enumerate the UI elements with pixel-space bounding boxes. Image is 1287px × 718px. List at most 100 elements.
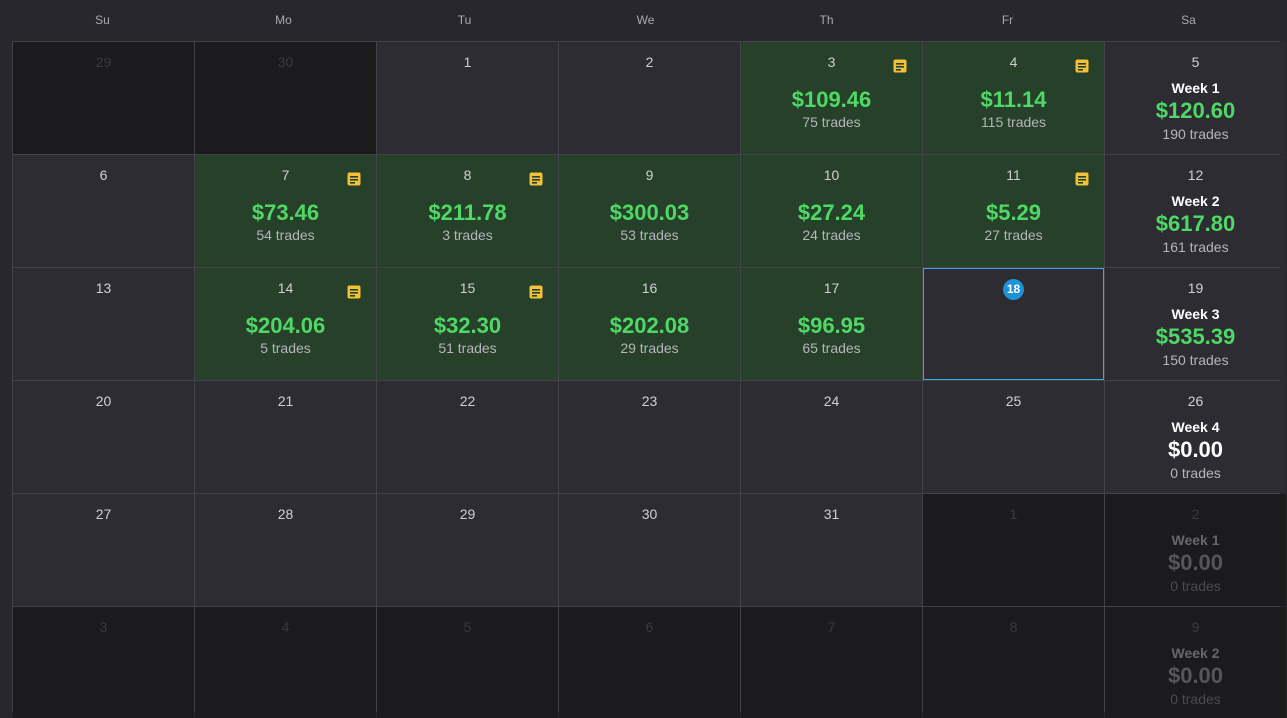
day-pnl: $73.46 [251, 200, 320, 225]
weekday-thursday: Th [819, 13, 834, 27]
day-pnl: $11.14 [980, 87, 1047, 112]
week-label: Week 3 [1171, 306, 1220, 322]
calendar-day[interactable]: 7 [741, 607, 922, 718]
day-pnl: $96.95 [797, 313, 866, 338]
day-number: 13 [95, 280, 112, 296]
note-icon[interactable] [346, 171, 362, 187]
calendar-day[interactable]: 30 [559, 494, 740, 606]
day-number: 9 [645, 167, 654, 183]
day-number: 24 [823, 393, 840, 409]
day-trade-count: 65 trades [802, 340, 861, 356]
day-number: 20 [95, 393, 112, 409]
week-label: Week 4 [1171, 419, 1220, 435]
week-summary[interactable]: 2 Week 1 $0.00 0 trades [1105, 494, 1286, 606]
calendar-day[interactable]: 28 [195, 494, 376, 606]
day-number: 23 [641, 393, 658, 409]
calendar-day[interactable]: 15 $32.30 51 trades [377, 268, 558, 380]
day-number: 12 [1187, 167, 1204, 183]
week-trade-count: 0 trades [1170, 465, 1221, 481]
day-number: 5 [463, 619, 472, 635]
calendar-day[interactable]: 27 [13, 494, 194, 606]
week-summary[interactable]: 12 Week 2 $617.80 161 trades [1105, 155, 1286, 267]
day-pnl: $202.08 [609, 313, 690, 338]
day-number: 19 [1187, 280, 1204, 296]
week-summary[interactable]: 19 Week 3 $535.39 150 trades [1105, 268, 1286, 380]
calendar-day[interactable]: 29 [377, 494, 558, 606]
today-badge: 18 [1003, 279, 1024, 300]
calendar-day[interactable]: 29 [13, 42, 194, 154]
note-icon[interactable] [1074, 171, 1090, 187]
day-pnl: $5.29 [985, 200, 1042, 225]
week-summary[interactable]: 9 Week 2 $0.00 0 trades [1105, 607, 1286, 718]
note-icon[interactable] [528, 284, 544, 300]
calendar-day[interactable]: 4 $11.14 115 trades [923, 42, 1104, 154]
day-number: 25 [1005, 393, 1022, 409]
day-number: 4 [281, 619, 290, 635]
calendar-day[interactable]: 30 [195, 42, 376, 154]
calendar-day[interactable]: 6 [13, 155, 194, 267]
week-label: Week 2 [1171, 645, 1220, 661]
day-trade-count: 51 trades [438, 340, 497, 356]
week-trade-count: 161 trades [1162, 239, 1229, 255]
day-number: 21 [277, 393, 294, 409]
week-label: Week 2 [1171, 193, 1220, 209]
calendar-day[interactable]: 1 [377, 42, 558, 154]
calendar-day[interactable]: 21 [195, 381, 376, 493]
calendar-day[interactable]: 17 $96.95 65 trades [741, 268, 922, 380]
calendar-day[interactable]: 3 [13, 607, 194, 718]
week-summary[interactable]: 26 Week 4 $0.00 0 trades [1105, 381, 1286, 493]
calendar-day[interactable]: 23 [559, 381, 740, 493]
day-number: 5 [1191, 54, 1200, 70]
calendar-day[interactable]: 16 $202.08 29 trades [559, 268, 740, 380]
weekday-header: Su Mo Tu We Th Fr Sa [12, 0, 1279, 41]
calendar-day[interactable]: 8 [923, 607, 1104, 718]
calendar-day[interactable]: 1 [923, 494, 1104, 606]
note-icon[interactable] [892, 58, 908, 74]
weekday-monday: Mo [275, 13, 292, 27]
calendar-day[interactable]: 2 [559, 42, 740, 154]
weekday-sunday: Su [95, 13, 110, 27]
calendar-day[interactable]: 11 $5.29 27 trades [923, 155, 1104, 267]
day-number: 6 [645, 619, 654, 635]
day-number: 7 [827, 619, 836, 635]
calendar-grid: 29 30 1 2 3 $109.46 75 trades 4 $11.14 115 trades… [12, 41, 1286, 718]
calendar-day[interactable]: 8 $211.78 3 trades [377, 155, 558, 267]
day-trade-count: 24 trades [802, 227, 861, 243]
calendar-day[interactable]: 13 [13, 268, 194, 380]
day-number: 22 [459, 393, 476, 409]
calendar-day[interactable]: 7 $73.46 54 trades [195, 155, 376, 267]
week-pnl: $0.00 [1167, 437, 1224, 462]
day-number: 1 [1009, 506, 1018, 522]
calendar-day[interactable]: 14 $204.06 5 trades [195, 268, 376, 380]
calendar-day[interactable]: 10 $27.24 24 trades [741, 155, 922, 267]
day-number: 10 [823, 167, 840, 183]
day-pnl: $32.30 [433, 313, 502, 338]
calendar-day[interactable]: 6 [559, 607, 740, 718]
day-number: 2 [645, 54, 654, 70]
weekday-saturday: Sa [1181, 13, 1196, 27]
week-summary[interactable]: 5 Week 1 $120.60 190 trades [1105, 42, 1286, 154]
week-pnl: $0.00 [1167, 550, 1224, 575]
calendar-day[interactable]: 25 [923, 381, 1104, 493]
day-number: 8 [1009, 619, 1018, 635]
day-trade-count: 5 trades [260, 340, 311, 356]
calendar-day[interactable]: 22 [377, 381, 558, 493]
calendar-day[interactable]: 20 [13, 381, 194, 493]
note-icon[interactable] [346, 284, 362, 300]
day-number: 16 [641, 280, 658, 296]
calendar-day[interactable]: 4 [195, 607, 376, 718]
calendar-day[interactable]: 3 $109.46 75 trades [741, 42, 922, 154]
calendar-day[interactable]: 31 [741, 494, 922, 606]
day-number: 31 [823, 506, 840, 522]
calendar-day[interactable]: 5 [377, 607, 558, 718]
note-icon[interactable] [528, 171, 544, 187]
day-number: 17 [823, 280, 840, 296]
day-number: 2 [1191, 506, 1200, 522]
calendar-day[interactable]: 24 [741, 381, 922, 493]
calendar-day-today[interactable]: 18 [923, 268, 1104, 380]
weekday-tuesday: Tu [457, 13, 472, 27]
calendar-day[interactable]: 9 $300.03 53 trades [559, 155, 740, 267]
weekday-friday: Fr [1001, 13, 1014, 27]
day-number: 26 [1187, 393, 1204, 409]
note-icon[interactable] [1074, 58, 1090, 74]
